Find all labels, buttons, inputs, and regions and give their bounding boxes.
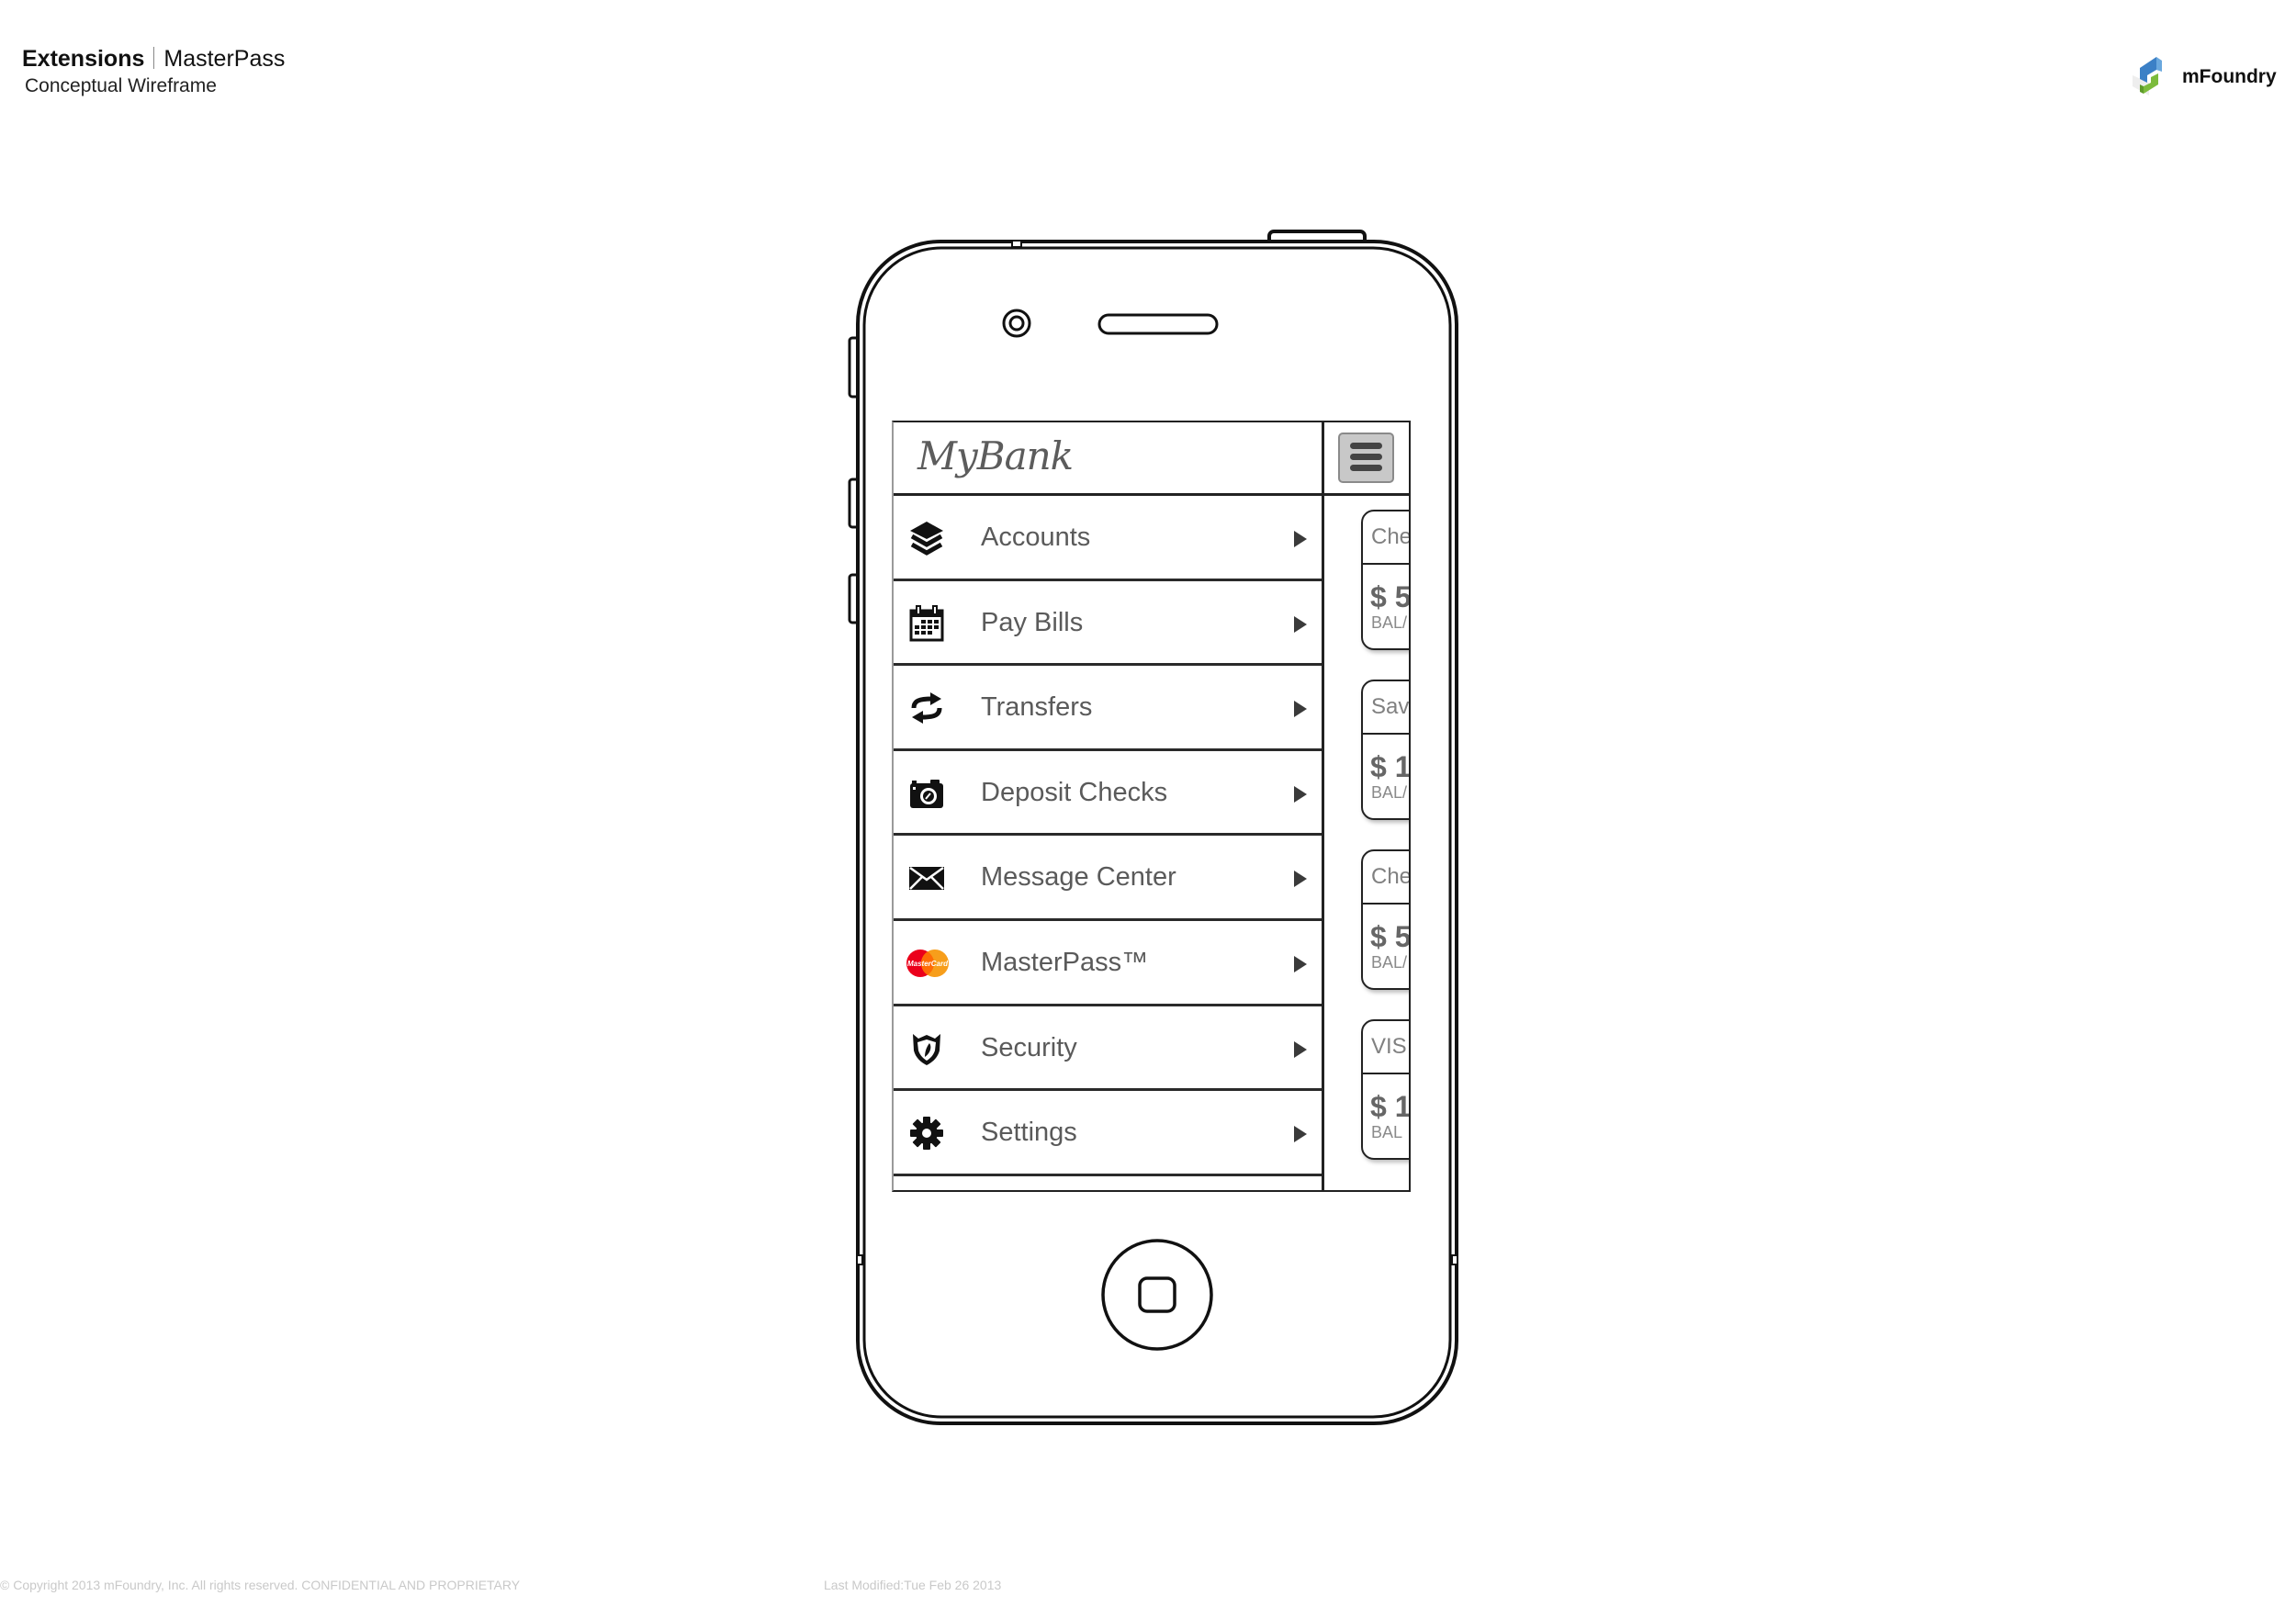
camera-icon [910,779,943,808]
account-balance: $ 5 [1370,920,1411,953]
menu-item-label: Pay Bills [981,607,1084,637]
layers-icon [910,522,943,556]
camera-lens [1008,315,1025,332]
mastercard-icon: MasterCard [906,949,949,977]
card-divider [1363,1073,1409,1074]
panel-header [1324,422,1409,496]
balance-label: BAL [1371,1123,1403,1141]
account-balance: $ 5 [1370,580,1411,613]
menu-item-label: MasterPass™ [981,947,1149,977]
envelope-icon [909,867,944,891]
footer-last-modified: Last Modified:Tue Feb 26 2013 [824,1578,1002,1592]
menu-item-label: Security [981,1032,1077,1062]
menu-item-settings[interactable]: Settings [894,1091,1322,1176]
transfer-arrows-icon [911,692,942,725]
menu-list: Accounts Pay Bills Transfers Deposit Che… [894,496,1322,1176]
card-divider [1363,563,1409,565]
phone-screen: MyBank Accounts Pay Bills Transfers Depo… [892,421,1411,1192]
chevron-right-icon [1294,871,1307,888]
account-name: VIS [1371,1034,1407,1059]
side-notch-right [1451,1254,1458,1265]
earpiece-speaker [1097,313,1219,335]
menu-item-label: Transfers [981,692,1093,723]
card-divider [1363,733,1409,735]
hamburger-icon-bar [1350,454,1382,460]
gear-icon [910,1117,943,1151]
account-card[interactable]: Sav $ 1 BAL/ [1361,680,1411,820]
menu-item-transfers[interactable]: Transfers [894,666,1322,751]
hamburger-icon-bar [1350,465,1382,471]
home-button-square-icon [1138,1276,1176,1313]
chevron-right-icon [1294,615,1307,633]
chevron-right-icon [1294,785,1307,803]
chevron-right-icon [1294,1126,1307,1143]
card-divider [1363,903,1409,905]
account-card[interactable]: VIS $ 1 BAL [1361,1019,1411,1160]
chevron-right-icon [1294,1040,1307,1058]
menu-item-accounts[interactable]: Accounts [894,496,1322,581]
chevron-right-icon [1294,955,1307,972]
menu-item-label: Settings [981,1118,1077,1148]
microphone-slot [1011,240,1022,248]
side-menu: MyBank Accounts Pay Bills Transfers Depo… [894,422,1322,1190]
accounts-panel-peek: Che $ 5 BAL/ Sav $ 1 BAL/ Che $ 5 BAL/ V… [1322,422,1411,1190]
app-header: MyBank [894,422,1322,496]
balance-label: BAL/ [1371,783,1408,802]
account-name: Sav [1371,694,1410,719]
menu-toggle-button[interactable] [1338,433,1394,483]
mybank-logo: MyBank [917,433,1074,478]
footer-copyright: © Copyright 2013 mFoundry, Inc. All righ… [0,1578,521,1592]
account-balance: $ 1 [1370,1090,1411,1123]
menu-item-label: Accounts [981,523,1091,552]
calendar-icon [909,604,944,642]
chevron-right-icon [1294,531,1307,547]
chevron-right-icon [1294,701,1307,718]
balance-label: BAL/ [1371,953,1408,972]
menu-item-pay-bills[interactable]: Pay Bills [894,581,1322,667]
menu-item-message-center[interactable]: Message Center [894,836,1322,921]
account-name: Che [1371,524,1411,549]
side-notch-left [856,1254,863,1265]
account-card[interactable]: Che $ 5 BAL/ [1361,849,1411,990]
account-card[interactable]: Che $ 5 BAL/ [1361,510,1411,650]
balance-label: BAL/ [1371,613,1408,632]
menu-item-deposit-checks[interactable]: Deposit Checks [894,751,1322,837]
menu-item-label: Message Center [981,862,1176,893]
shield-icon [913,1033,940,1065]
account-balance: $ 1 [1370,750,1411,783]
menu-item-masterpass[interactable]: MasterCard MasterPass™ [894,921,1322,1006]
menu-item-security[interactable]: Security [894,1006,1322,1092]
menu-item-label: Deposit Checks [981,777,1168,807]
svg-text:MasterCard: MasterCard [907,960,949,968]
account-name: Che [1371,864,1411,889]
hamburger-icon [1350,443,1382,449]
